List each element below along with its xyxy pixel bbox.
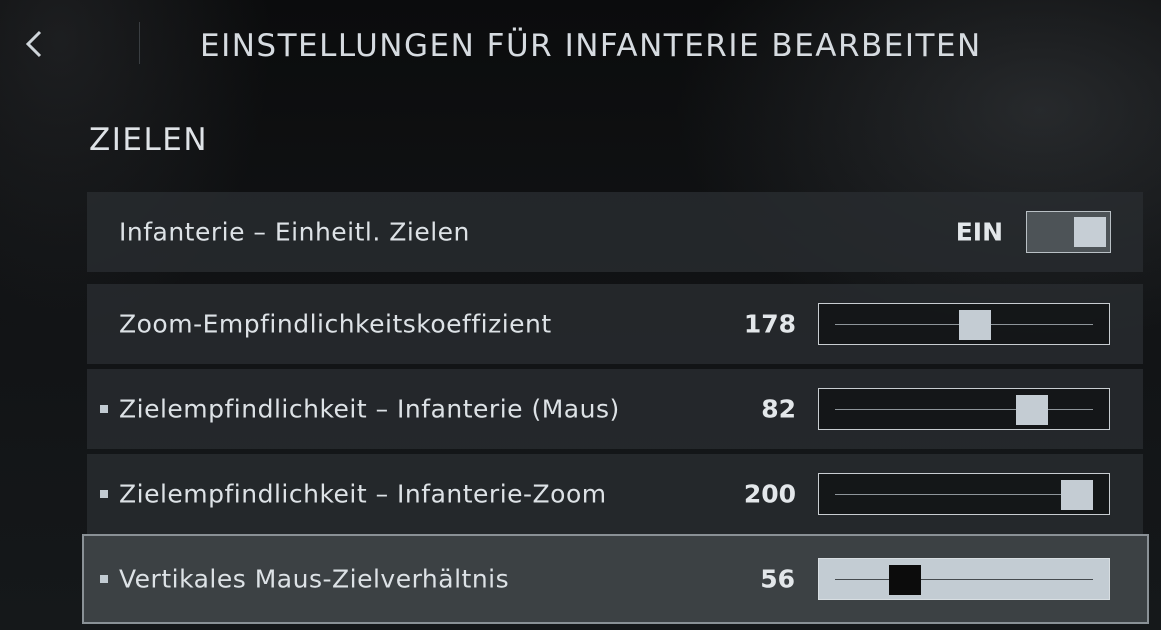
setting-row-aim-sensitivity-zoom[interactable]: Zielempfindlichkeit – Infanterie-Zoom 20… <box>87 454 1143 534</box>
slider-thumb[interactable] <box>959 310 992 340</box>
bullet-marker <box>100 575 108 583</box>
toggle-knob[interactable] <box>1074 217 1106 247</box>
toggle-state-label: EIN <box>955 217 1003 247</box>
slider-thumb[interactable] <box>1061 480 1093 510</box>
setting-row-aim-sensitivity-mouse[interactable]: Zielempfindlichkeit – Infanterie (Maus) … <box>87 369 1143 449</box>
setting-label: Zielempfindlichkeit – Infanterie (Maus) <box>119 394 620 424</box>
slider-thumb[interactable] <box>1015 395 1048 425</box>
setting-row-zoom-sensitivity-coefficient[interactable]: Zoom-Empfindlichkeitskoeffizient 178 <box>87 284 1143 364</box>
header-divider <box>139 22 140 64</box>
setting-row-vertical-aim-ratio[interactable]: Vertikales Maus-Zielverhältnis 56 <box>82 534 1149 624</box>
chevron-left-icon <box>25 30 42 58</box>
slider-track <box>835 494 1093 495</box>
slider-thumb[interactable] <box>889 565 922 595</box>
slider[interactable] <box>818 303 1110 345</box>
slider[interactable] <box>818 558 1110 600</box>
setting-label: Zielempfindlichkeit – Infanterie-Zoom <box>119 479 607 509</box>
setting-value: 82 <box>761 394 796 424</box>
unified-aiming-toggle[interactable] <box>1026 211 1111 253</box>
setting-value: 200 <box>743 479 796 509</box>
section-title: ZIELEN <box>89 122 209 158</box>
slider-track <box>835 579 1093 580</box>
setting-label: Vertikales Maus-Zielverhältnis <box>119 564 510 594</box>
setting-label: Infanterie – Einheitl. Zielen <box>119 217 470 247</box>
setting-value: 56 <box>760 564 795 594</box>
back-button[interactable] <box>14 24 54 64</box>
slider-track <box>835 409 1093 410</box>
slider[interactable] <box>818 473 1110 515</box>
bullet-marker <box>100 490 108 498</box>
setting-label: Zoom-Empfindlichkeitskoeffizient <box>119 309 552 339</box>
bullet-marker <box>100 405 108 413</box>
setting-row-unified-aiming[interactable]: Infanterie – Einheitl. Zielen EIN <box>87 192 1143 272</box>
page-title: EINSTELLUNGEN FÜR INFANTERIE BEARBEITEN <box>200 28 982 64</box>
slider[interactable] <box>818 388 1110 430</box>
setting-value: 178 <box>743 309 796 339</box>
